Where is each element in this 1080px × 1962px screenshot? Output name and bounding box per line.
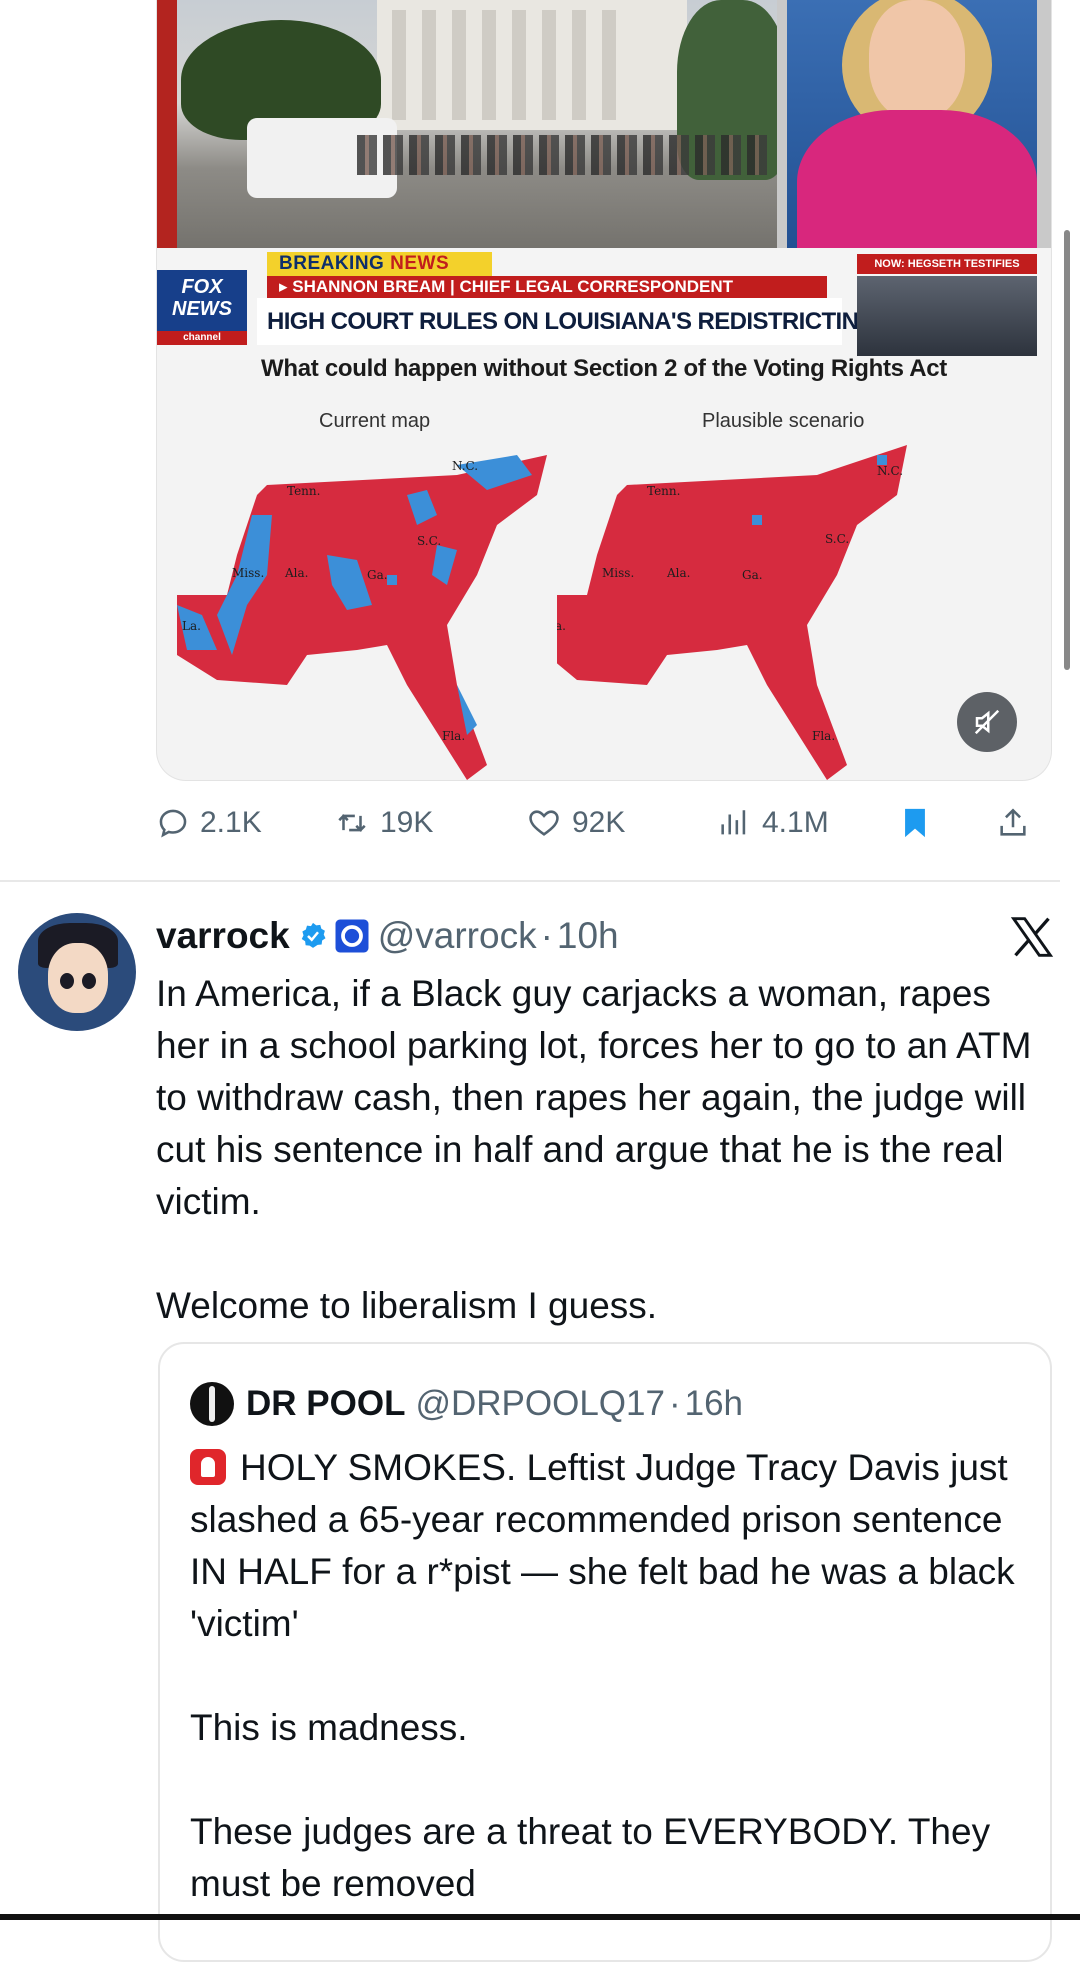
- fox-news-logo: FOX NEWS channel: [157, 270, 247, 345]
- plausible-scenario-label: Plausible scenario: [702, 410, 865, 432]
- graphic-title: What could happen without Section 2 of t…: [261, 355, 947, 382]
- plausible-scenario-map: Tenn. N.C. S.C. Miss. Ala. Ga. La. Fla.: [557, 445, 907, 780]
- bottom-edge: [0, 1914, 1080, 1920]
- tweet-paragraph: In America, if a Black guy carjacks a wo…: [156, 973, 1032, 1222]
- quoted-avatar[interactable]: [190, 1382, 234, 1426]
- siren-icon: [190, 1449, 226, 1485]
- tweet-action-bar: 2.1K 19K 92K 4.1M: [156, 795, 1050, 851]
- state-label-sc: S.C.: [417, 534, 441, 548]
- state-label-nc: N.C.: [877, 464, 903, 478]
- news-anchor: [787, 0, 1037, 272]
- now-tag: NOW: HEGSETH TESTIFIES: [857, 254, 1037, 274]
- quoted-paragraph: This is madness.: [190, 1707, 468, 1748]
- tweet-divider: [0, 880, 1060, 882]
- speaker-muted-icon: [974, 709, 1000, 735]
- state-label-ga: Ga.: [367, 568, 388, 582]
- state-label-nc: N.C.: [452, 459, 478, 473]
- hearing-inset: [857, 276, 1037, 356]
- bookmark-button[interactable]: [898, 795, 942, 851]
- state-label-sc: S.C.: [825, 532, 849, 546]
- verified-badge-icon: [301, 922, 326, 948]
- state-label-ms: Miss.: [602, 566, 634, 580]
- current-district-map: Tenn. N.C. S.C. Miss. Ala. Ga. La. Fla.: [177, 455, 547, 780]
- court-building: [377, 0, 687, 130]
- mute-button[interactable]: [957, 692, 1017, 752]
- quoted-timestamp[interactable]: 16h: [685, 1384, 743, 1424]
- reporter-bar: ▸ SHANNON BREAM | CHIEF LEGAL CORRESPOND…: [267, 276, 827, 298]
- like-count: 92K: [572, 806, 626, 839]
- tweet-header: varrock @varrock · 10h: [156, 915, 619, 957]
- heart-icon: [529, 810, 559, 836]
- affiliate-badge-icon: [335, 919, 369, 953]
- breaking-news-tag: BREAKING NEWS: [267, 252, 492, 276]
- tweet-text: In America, if a Black guy carjacks a wo…: [156, 968, 1036, 1332]
- state-label-al: Ala.: [666, 566, 690, 580]
- tweet-media-video[interactable]: BREAKING NEWS ▸ SHANNON BREAM | CHIEF LE…: [156, 0, 1052, 781]
- news-headline: HIGH COURT RULES ON LOUISIANA'S REDISTRI…: [257, 298, 946, 345]
- timestamp[interactable]: 10h: [557, 915, 619, 957]
- retweet-button[interactable]: 19K: [334, 795, 433, 851]
- views-count: 4.1M: [762, 806, 829, 839]
- state-label-la: La.: [557, 619, 566, 633]
- bookmark-icon: [905, 808, 925, 838]
- current-map-label: Current map: [319, 410, 431, 432]
- state-label-fl: Fla.: [442, 729, 465, 743]
- handle[interactable]: @varrock: [378, 915, 537, 957]
- views-icon: [721, 810, 746, 835]
- scrollbar[interactable]: [1064, 230, 1070, 670]
- retweet-icon: [338, 814, 366, 832]
- quoted-display-name[interactable]: DR POOL: [246, 1384, 405, 1424]
- quoted-paragraph: HOLY SMOKES. Leftist Judge Tracy Davis j…: [190, 1447, 1015, 1644]
- state-label-fl: Fla.: [812, 729, 835, 743]
- avatar[interactable]: [18, 913, 136, 1031]
- quoted-handle[interactable]: @DRPOOLQ17: [415, 1384, 665, 1424]
- views-button[interactable]: 4.1M: [716, 795, 829, 851]
- news-video-frame: BREAKING NEWS ▸ SHANNON BREAM | CHIEF LE…: [157, 0, 1051, 360]
- quoted-tweet-text: HOLY SMOKES. Leftist Judge Tracy Davis j…: [190, 1442, 1030, 1910]
- quoted-tweet-header: DR POOL @DRPOOLQ17 · 16h: [246, 1384, 744, 1424]
- quoted-paragraph: These judges are a threat to EVERYBODY. …: [190, 1811, 991, 1904]
- x-logo-icon: [1010, 917, 1054, 957]
- state-label-la: La.: [182, 619, 201, 633]
- retweet-count: 19K: [380, 806, 434, 839]
- reply-icon: [159, 809, 187, 838]
- display-name[interactable]: varrock: [156, 915, 290, 957]
- tweet-paragraph: Welcome to liberalism I guess.: [156, 1285, 658, 1326]
- crowd: [357, 135, 767, 175]
- reply-button[interactable]: 2.1K: [156, 795, 262, 851]
- state-label-ga: Ga.: [742, 568, 763, 582]
- reply-count: 2.1K: [200, 806, 262, 839]
- state-label-ms: Miss.: [232, 566, 264, 580]
- state-label-al: Ala.: [284, 566, 308, 580]
- share-icon: [1000, 808, 1026, 836]
- state-label-tn: Tenn.: [287, 484, 320, 498]
- share-button[interactable]: [996, 795, 1040, 851]
- like-button[interactable]: 92K: [526, 795, 625, 851]
- supreme-court-scene: [177, 0, 777, 272]
- state-label-tn: Tenn.: [647, 484, 680, 498]
